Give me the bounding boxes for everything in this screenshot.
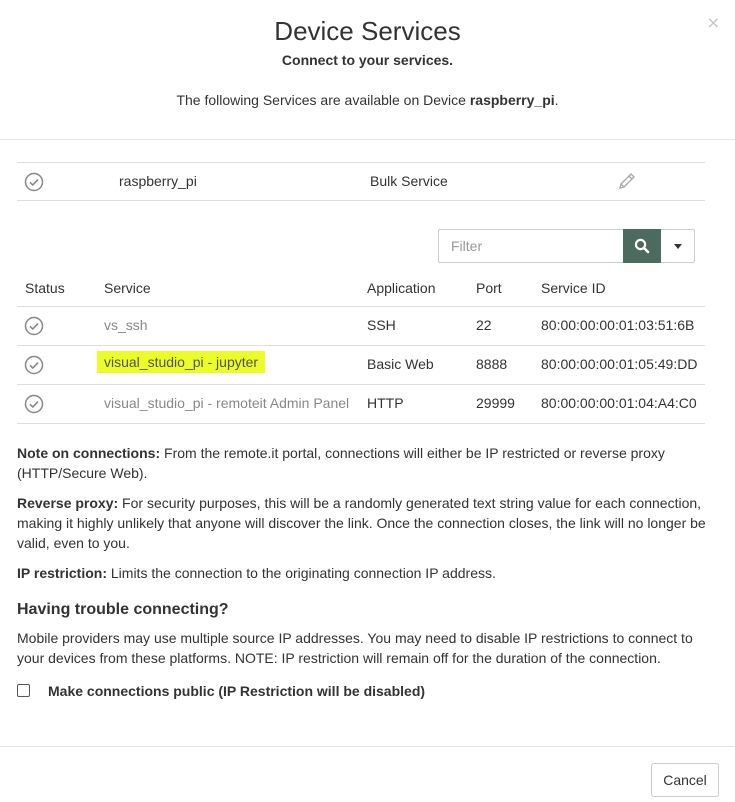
modal-subtitle: Connect to your services. — [281, 52, 454, 68]
service-name[interactable]: vs_ssh — [104, 317, 148, 333]
service-application: SSH — [367, 317, 396, 333]
bulk-service-type: Bulk Service — [370, 173, 448, 189]
service-application: HTTP — [367, 395, 404, 411]
service-application: Basic Web — [367, 356, 434, 372]
notes-section: Note on connections: From the remote.it … — [17, 443, 717, 593]
note-reverse-proxy: Reverse proxy: For security purposes, th… — [17, 493, 717, 553]
bulk-device-name: raspberry_pi — [119, 173, 197, 189]
service-port: 29999 — [476, 395, 515, 411]
check-circle-icon — [24, 355, 44, 375]
service-name[interactable]: visual_studio_pi - remoteit Admin Panel — [104, 395, 349, 411]
service-name[interactable]: visual_studio_pi - jupyter — [97, 351, 266, 373]
trouble-heading: Having trouble connecting? — [17, 601, 229, 618]
filter-input[interactable] — [439, 230, 623, 262]
check-circle-icon — [24, 316, 44, 336]
pencil-icon[interactable] — [617, 171, 637, 191]
check-circle-icon — [24, 394, 44, 414]
intro-suffix: . — [554, 92, 559, 108]
column-header-application: Application — [367, 280, 436, 296]
service-port: 22 — [476, 317, 492, 333]
service-id: 80:00:00:00:01:05:49:DD — [541, 356, 698, 372]
note-ip-text: Limits the connection to the originating… — [107, 565, 496, 581]
service-id: 80:00:00:00:01:03:51:6B — [541, 317, 695, 333]
check-circle-icon — [24, 172, 44, 192]
service-id: 80:00:00:00:01:04:A4:C0 — [541, 395, 697, 411]
table-row[interactable]: visual_studio_pi - jupyter Basic Web 888… — [17, 346, 705, 385]
cancel-button[interactable]: Cancel — [651, 763, 719, 797]
filter-dropdown-button[interactable] — [661, 230, 695, 262]
column-header-service: Service — [104, 280, 151, 296]
search-button[interactable] — [623, 229, 661, 263]
public-connections-label[interactable]: Make connections public (IP Restriction … — [48, 683, 425, 699]
note-ip-restriction: IP restriction: Limits the connection to… — [17, 563, 717, 583]
service-port: 8888 — [476, 356, 508, 372]
modal-title: Device Services — [274, 16, 461, 46]
column-header-port: Port — [476, 280, 502, 296]
bulk-service-row: raspberry_pi Bulk Service — [17, 162, 705, 201]
modal-footer: Cancel — [0, 746, 735, 802]
table-row[interactable]: visual_studio_pi - remoteit Admin Panel … — [17, 385, 705, 424]
intro-text: The following Services are available on … — [0, 92, 735, 108]
trouble-text: Mobile providers may use multiple source… — [17, 630, 693, 666]
note-reverse-label: Reverse proxy: — [17, 495, 119, 511]
intro-prefix: The following Services are available on … — [176, 92, 470, 108]
note-reverse-text: For security purposes, this will be a ra… — [17, 495, 706, 551]
public-connections-checkbox[interactable] — [17, 684, 30, 697]
note-connections-label: Note on connections: — [17, 445, 161, 461]
note-ip-label: IP restriction: — [17, 565, 107, 581]
note-connections: Note on connections: From the remote.it … — [17, 443, 717, 483]
table-row[interactable]: vs_ssh SSH 22 80:00:00:00:01:03:51:6B — [17, 307, 705, 346]
column-header-status: Status — [25, 280, 65, 296]
table-header: Status Service Application Port Service … — [17, 270, 705, 307]
column-header-service-id: Service ID — [541, 280, 606, 296]
device-name: raspberry_pi — [469, 92, 555, 108]
modal-header: × Device Services Connect to your servic… — [0, 0, 735, 140]
caret-down-icon — [674, 244, 682, 249]
filter-group — [438, 229, 695, 263]
